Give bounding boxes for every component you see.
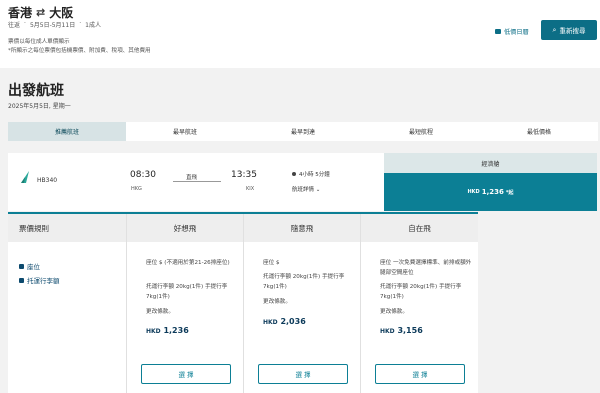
calendar-icon [495,29,501,34]
tab-recommended[interactable]: 推薦航班 [8,122,126,141]
fare-price: HKD 2,036 [263,317,306,326]
economy-cabin-option[interactable]: 經濟艙 HKD 1,236 *起 [384,153,597,211]
search-summary-header: 香港 ⇄ 大阪 往返 · 5月5日-5月11日 · 1成人 票價以每位成人單價顯… [0,0,600,68]
fare-column-basic: 好想飛 座位 $ (不適用於第21-26排座位) 托運行李額 20kg(1件) … [126,214,243,393]
trip-type: 往返 [8,22,21,29]
clock-icon [292,172,296,176]
fare-change: 更改條款。 [146,309,174,315]
departure-airport: HKG [131,186,142,192]
route-title: 香港 ⇄ 大阪 [8,4,73,21]
cabin-price: HKD 1,236 *起 [384,173,597,211]
seat-icon [19,263,24,269]
fare-column-premium: 自在飛 座位 一次免費選擇標準、前排或額外腿部空間座位 托運行李額 20kg(1… [360,214,478,393]
departure-time: 08:30 [130,170,156,180]
select-button[interactable]: 選 擇 [258,364,348,384]
flight-number: HB340 [37,177,58,184]
flight-details-link[interactable]: 航班詳情 ⌄ [292,185,320,193]
fare-baggage: 托運行李額 20kg(1件) 手提行李 7kg(1件) [146,284,228,300]
research-button[interactable]: ⌕ 重新搜尋 [541,20,597,40]
fare-name: 隨意飛 [244,214,360,242]
arrival-time: 13:35 [231,170,257,180]
route-line [173,181,221,182]
rule-baggage: 托運行李額 [19,275,60,285]
calendar-label: 低價日曆 [504,29,529,36]
fare-price: HKD 3,156 [380,326,423,335]
rule-baggage-label: 托運行李額 [27,277,60,285]
origin-city: 香港 [8,6,33,20]
fare-change: 更改條款。 [380,309,408,315]
swap-icon: ⇄ [36,6,46,19]
fare-price: HKD 1,236 [146,326,189,335]
cabin-price-suffix: *起 [505,189,514,196]
select-button[interactable]: 選 擇 [141,364,231,384]
fare-baggage: 托運行李額 20kg(1件) 手提行李 7kg(1件) [263,274,345,290]
fare-name: 自在飛 [361,214,478,242]
passenger-count: 1成人 [85,22,101,29]
fare-price-value: 2,036 [280,317,306,326]
cabin-name: 經濟艙 [384,153,597,173]
fare-price-value: 1,236 [163,326,189,335]
fare-currency: HKD [380,328,395,335]
cabin-currency: HKD [467,189,480,195]
fare-seat: 座位 $ [263,260,280,266]
departure-date: 2025年5月5日, 星期一 [8,103,71,110]
fare-change: 更改條款。 [263,299,291,305]
fare-comparison: 票價規則 座位 托運行李額 好想飛 座位 $ (不適用於第21-26排座位) 托… [8,212,478,393]
fare-currency: HKD [263,319,278,326]
fare-name: 好想飛 [127,214,243,242]
price-note-2: *所顯示之每位票價包括機票價、附加費、稅項、其他費用 [8,48,151,54]
arrival-airport: KIX [246,186,255,192]
fare-price-value: 3,156 [397,326,423,335]
low-fare-calendar-link[interactable]: 低價日曆 [495,27,529,36]
fare-rules-column: 票價規則 座位 托運行李額 [8,214,126,393]
price-note-1: 票價以每位成人單價顯示 [8,39,70,45]
trip-info: 往返 · 5月5日-5月11日 · 1成人 [8,20,101,29]
fare-rules-title: 票價規則 [8,214,126,242]
fare-column-flex: 隨意飛 座位 $ 托運行李額 20kg(1件) 手提行李 7kg(1件) 更改條… [243,214,360,393]
tab-lowest-price[interactable]: 最低價格 [480,122,598,141]
tab-shortest[interactable]: 最短航程 [362,122,480,141]
fare-currency: HKD [146,328,161,335]
fare-baggage: 托運行李額 20kg(1件) 手提行李 7kg(1件) [380,284,462,300]
baggage-icon [19,277,24,283]
separator: · [79,20,82,27]
rule-seat: 座位 [19,261,40,271]
trip-dates: 5月5日-5月11日 [29,22,76,29]
duration-text: 4小時 5分鐘 [299,172,330,178]
fare-seat: 座位 一次免費選擇標準、前排或額外腿部空間座位 [380,260,472,276]
cabin-price-value: 1,236 [481,188,504,196]
destination-city: 大阪 [49,6,74,20]
search-icon: ⌕ [552,25,557,34]
rule-seat-label: 座位 [27,263,40,271]
sort-tabs: 推薦航班 最早航班 最早到達 最短航程 最低價格 [8,122,598,141]
page-title: 出發航班 [8,83,64,99]
select-button[interactable]: 選 擇 [375,364,465,384]
flight-duration: 4小時 5分鐘 [292,170,330,178]
tab-earliest[interactable]: 最早航班 [126,122,244,141]
direct-label: 直飛 [186,175,198,181]
separator: · [24,20,26,27]
tab-earliest-arrival[interactable]: 最早到達 [244,122,362,141]
fare-seat: 座位 $ (不適用於第21-26排座位) [146,260,230,266]
airline-logo-icon [21,171,29,183]
research-label: 重新搜尋 [559,27,586,35]
price-notes: 票價以每位成人單價顯示 *所顯示之每位票價包括機票價、附加費、稅項、其他費用 [8,38,151,56]
